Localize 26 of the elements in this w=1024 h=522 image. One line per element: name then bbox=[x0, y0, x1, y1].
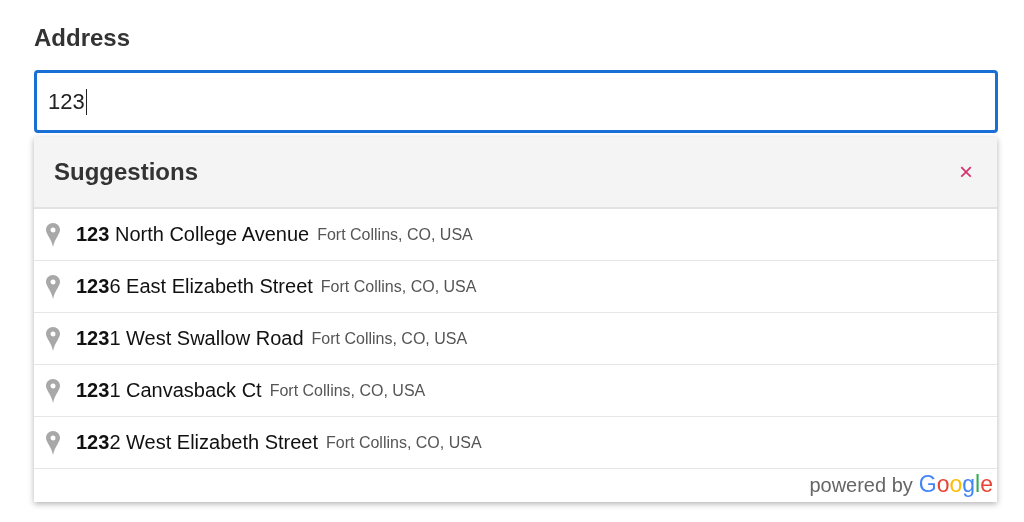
suggestion-item[interactable]: 1232 West Elizabeth Street Fort Collins, CO, USA bbox=[34, 417, 997, 469]
suggestion-locality: Fort Collins, CO, USA bbox=[320, 277, 477, 296]
suggestion-address: 1231 Canvasback Ct bbox=[76, 379, 262, 402]
suggestion-item[interactable]: 1236 East Elizabeth Street Fort Collins, CO, USA bbox=[34, 261, 997, 313]
suggestion-address: 1231 West Swallow Road bbox=[76, 327, 304, 350]
dropdown-title: Suggestions bbox=[54, 158, 198, 186]
suggestion-locality: Fort Collins, CO, USA bbox=[269, 381, 426, 400]
google-logo: Google bbox=[918, 471, 993, 498]
suggestion-item[interactable]: 123 North College Avenue Fort Collins, CO, USA bbox=[34, 209, 997, 261]
suggestion-address: 1232 West Elizabeth Street bbox=[76, 431, 318, 454]
suggestion-item[interactable]: 1231 Canvasback Ct Fort Collins, CO, USA bbox=[34, 365, 997, 417]
attribution-text: powered by bbox=[809, 474, 913, 497]
location-pin-icon bbox=[46, 274, 60, 299]
address-field[interactable]: 123 bbox=[34, 70, 998, 133]
suggestion-address: 1236 East Elizabeth Street bbox=[76, 275, 313, 298]
suggestion-locality: Fort Collins, CO, USA bbox=[311, 329, 468, 348]
location-pin-icon bbox=[46, 430, 60, 455]
suggestion-locality: Fort Collins, CO, USA bbox=[326, 433, 482, 452]
close-button[interactable]: × bbox=[955, 158, 977, 186]
suggestion-address: 123 North College Avenue bbox=[76, 223, 310, 246]
location-pin-icon bbox=[46, 378, 60, 403]
suggestion-item[interactable]: 1231 West Swallow Road Fort Collins, CO, USA bbox=[34, 313, 997, 365]
field-label: Address bbox=[34, 24, 132, 52]
suggestion-locality: Fort Collins, CO, USA bbox=[317, 225, 473, 244]
location-pin-icon bbox=[46, 326, 60, 351]
location-pin-icon bbox=[46, 222, 60, 247]
